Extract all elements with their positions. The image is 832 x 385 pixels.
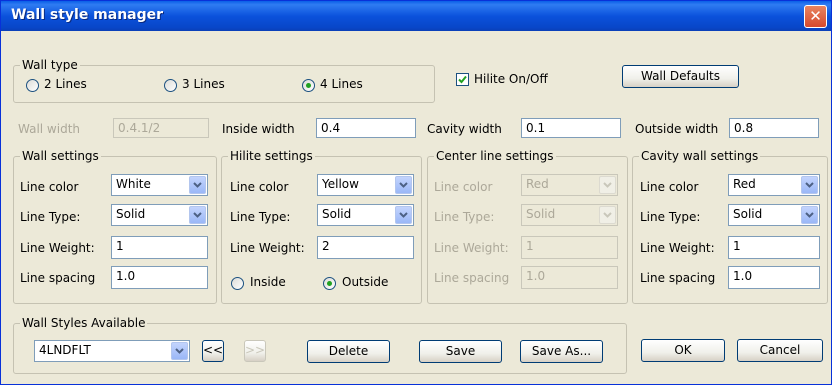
wall-line-type-label: Line Type: — [20, 210, 81, 224]
wall-style-value: 4LNDFLT — [39, 343, 91, 357]
cavity-line-spacing-field[interactable]: 1.0 — [728, 266, 820, 289]
radio-2-lines[interactable] — [26, 79, 39, 92]
outside-width-label: Outside width — [635, 122, 719, 136]
radio-4-lines-label: 4 Lines — [320, 77, 363, 91]
radio-2-lines-label: 2 Lines — [44, 77, 87, 91]
wall-width-label: Wall width — [18, 122, 81, 136]
chevron-down-icon[interactable] — [395, 176, 412, 194]
center-line-settings-legend: Center line settings — [434, 149, 556, 163]
radio-outside[interactable] — [323, 277, 336, 290]
wall-type-legend: Wall type — [20, 58, 80, 72]
wall-line-color-value: White — [116, 177, 151, 191]
hilite-settings-legend: Hilite settings — [228, 149, 315, 163]
cavity-line-color-value: Red — [733, 177, 756, 191]
hilite-line-color-label: Line color — [230, 180, 289, 194]
outside-width-field[interactable]: 0.8 — [729, 118, 819, 138]
hilite-line-weight-label: Line Weight: — [230, 241, 305, 255]
center-line-spacing-field[interactable]: 1.0 — [521, 266, 618, 289]
hilite-line-type-value: Solid — [322, 207, 352, 221]
checkmark-icon — [458, 75, 467, 84]
hilite-line-type-label: Line Type: — [230, 210, 291, 224]
chevron-down-icon[interactable] — [801, 176, 818, 194]
hilite-checkbox-label: Hilite On/Off — [474, 72, 548, 86]
radio-3-lines[interactable] — [164, 79, 177, 92]
cavity-line-type-select[interactable]: Solid — [728, 204, 820, 226]
wall-settings-group: Wall settings Line color White Line Type… — [13, 149, 217, 304]
save-button[interactable]: Save — [419, 340, 502, 363]
wall-line-weight-field[interactable]: 1 — [111, 236, 208, 259]
center-line-type-value: Solid — [526, 207, 556, 221]
center-line-type-select[interactable]: Solid — [521, 204, 618, 226]
center-line-weight-label: Line Weight: — [434, 241, 509, 255]
wall-line-spacing-field[interactable]: 1.0 — [111, 266, 208, 289]
cavity-wall-settings-legend: Cavity wall settings — [639, 149, 761, 163]
radio-4-lines[interactable] — [302, 79, 315, 92]
hilite-line-color-value: Yellow — [322, 177, 359, 191]
chevron-down-icon[interactable] — [599, 206, 616, 224]
wall-line-weight-label: Line Weight: — [20, 241, 95, 255]
hilite-checkbox[interactable] — [456, 73, 469, 86]
wall-width-field[interactable]: 0.4.1/2 — [113, 118, 209, 138]
wall-line-type-select[interactable]: Solid — [111, 204, 208, 226]
hilite-settings-group: Hilite settings Line color Yellow Line T… — [221, 149, 422, 304]
hilite-line-color-select[interactable]: Yellow — [317, 174, 414, 196]
window-title: Wall style manager — [11, 7, 164, 23]
wall-settings-legend: Wall settings — [20, 149, 101, 163]
center-line-color-select[interactable]: Red — [521, 174, 618, 196]
radio-inside[interactable] — [231, 277, 244, 290]
title-bar[interactable]: Wall style manager ✕ — [1, 1, 831, 31]
ok-button[interactable]: OK — [641, 339, 725, 362]
inside-width-label: Inside width — [222, 122, 295, 136]
cavity-line-color-select[interactable]: Red — [728, 174, 820, 196]
close-button[interactable]: ✕ — [804, 5, 827, 28]
radio-3-lines-label: 3 Lines — [182, 77, 225, 91]
cancel-button[interactable]: Cancel — [737, 339, 823, 362]
cavity-line-weight-label: Line Weight: — [640, 241, 715, 255]
wall-style-select[interactable]: 4LNDFLT — [34, 340, 190, 362]
hilite-line-weight-field[interactable]: 2 — [317, 236, 414, 259]
cavity-line-type-label: Line Type: — [640, 210, 701, 224]
wall-line-spacing-label: Line spacing — [20, 271, 96, 285]
radio-inside-label: Inside — [250, 275, 286, 289]
cavity-line-color-label: Line color — [640, 180, 699, 194]
wall-defaults-button[interactable]: Wall Defaults — [622, 65, 739, 88]
center-line-weight-field[interactable]: 1 — [521, 236, 618, 259]
chevron-down-icon[interactable] — [189, 176, 206, 194]
center-line-settings-group: Center line settings Line color Red Line… — [427, 149, 628, 304]
chevron-down-icon[interactable] — [171, 342, 188, 360]
wall-styles-legend: Wall Styles Available — [20, 316, 148, 330]
next-style-button[interactable]: >> — [244, 340, 266, 362]
cavity-width-label: Cavity width — [427, 122, 502, 136]
wall-line-color-label: Line color — [20, 180, 79, 194]
save-as-button[interactable]: Save As... — [520, 340, 603, 363]
chevron-down-icon[interactable] — [801, 206, 818, 224]
radio-outside-label: Outside — [342, 275, 389, 289]
wall-style-manager-dialog: Wall style manager ✕ Wall type 2 Lines 3… — [0, 0, 832, 385]
cavity-wall-settings-group: Cavity wall settings Line color Red Line… — [632, 149, 828, 304]
cavity-width-field[interactable]: 0.1 — [521, 118, 621, 138]
center-line-color-value: Red — [526, 177, 549, 191]
wall-type-group: Wall type 2 Lines 3 Lines 4 Lines — [13, 58, 435, 103]
cavity-line-weight-field[interactable]: 1 — [728, 236, 820, 259]
chevron-down-icon[interactable] — [395, 206, 412, 224]
cavity-line-type-value: Solid — [733, 207, 763, 221]
chevron-down-icon[interactable] — [189, 206, 206, 224]
inside-width-field[interactable]: 0.4 — [316, 118, 416, 138]
delete-button[interactable]: Delete — [307, 340, 390, 363]
center-line-color-label: Line color — [434, 180, 493, 194]
center-line-spacing-label: Line spacing — [434, 271, 510, 285]
wall-styles-group: Wall Styles Available 4LNDFLT << >> Dele… — [13, 316, 627, 374]
wall-line-color-select[interactable]: White — [111, 174, 208, 196]
wall-line-type-value: Solid — [116, 207, 146, 221]
cavity-line-spacing-label: Line spacing — [640, 271, 716, 285]
close-icon: ✕ — [809, 7, 822, 25]
hilite-line-type-select[interactable]: Solid — [317, 204, 414, 226]
previous-style-button[interactable]: << — [202, 340, 224, 362]
center-line-type-label: Line Type: — [434, 210, 495, 224]
chevron-down-icon[interactable] — [599, 176, 616, 194]
